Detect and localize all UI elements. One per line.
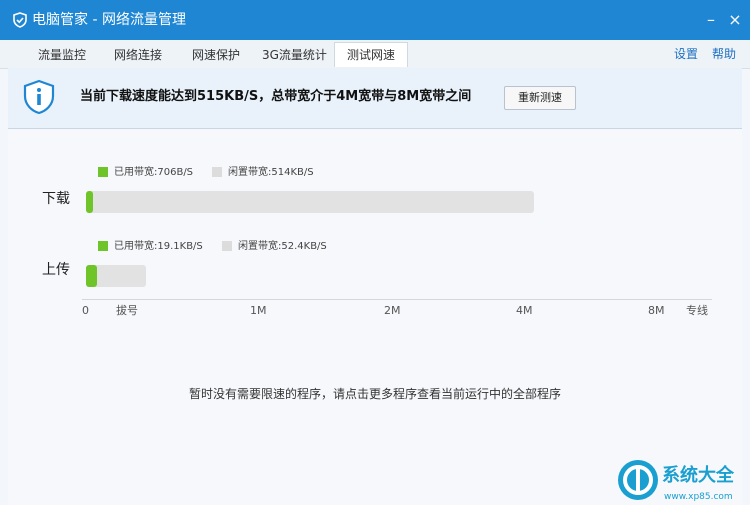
result-banner: 当前下载速度能达到515KB/S，总带宽介于4M宽带与8M宽带之间 重新测速 <box>8 68 742 129</box>
tick-4m: 4M <box>516 304 533 317</box>
no-limit-programs-message: 暂时没有需要限速的程序，请点击更多程序查看当前运行中的全部程序 <box>188 387 561 401</box>
upload-label: 上传 <box>42 262 70 278</box>
tick-1m: 1M <box>250 304 267 317</box>
settings-link[interactable]: 设置 <box>674 46 698 62</box>
retest-button[interactable]: 重新测速 <box>504 86 576 110</box>
upload-free-label: 闲置带宽:52.4KB/S <box>238 241 327 252</box>
download-used-label: 已用带宽:706B/S <box>114 167 194 178</box>
free-swatch <box>212 167 222 177</box>
download-free-bar <box>86 191 534 213</box>
tab-network-connections[interactable]: 网络连接 <box>114 45 162 65</box>
speed-result-message: 当前下载速度能达到515KB/S，总带宽介于4M宽带与8M宽带之间 <box>80 89 472 104</box>
upload-used-bar <box>86 265 97 287</box>
upload-free-legend: 闲置带宽:52.4KB/S <box>222 241 327 253</box>
download-used-bar <box>86 191 93 213</box>
site-watermark-logo: 系统大全 www.xp85.com <box>618 460 735 502</box>
title-bar: 电脑管家 - 网络流量管理 – × <box>0 0 750 40</box>
app-window: 电脑管家 - 网络流量管理 – × 流量监控 网络连接 网速保护 3G流量统计 … <box>0 0 750 505</box>
used-swatch <box>98 167 108 177</box>
help-link[interactable]: 帮助 <box>712 46 736 62</box>
watermark-text: 系统大全 <box>662 464 735 486</box>
close-button[interactable]: × <box>726 11 744 29</box>
window-title: 电脑管家 - 网络流量管理 <box>32 12 186 28</box>
info-shield-icon <box>23 79 55 115</box>
tick-dialup: 拔号 <box>116 304 138 317</box>
tab-bar: 流量监控 网络连接 网速保护 3G流量统计 测试网速 <box>0 40 750 69</box>
shield-icon <box>13 12 27 28</box>
tick-2m: 2M <box>384 304 401 317</box>
download-label: 下载 <box>42 191 70 207</box>
tick-dedicated: 专线 <box>686 304 708 317</box>
tick-8m: 8M <box>648 304 665 317</box>
download-used-legend: 已用带宽:706B/S <box>98 167 193 179</box>
tab-traffic-monitor[interactable]: 流量监控 <box>38 45 86 65</box>
download-free-label: 闲置带宽:514KB/S <box>228 167 314 178</box>
tab-3g-traffic[interactable]: 3G流量统计 <box>262 45 327 65</box>
speed-chart-area: 已用带宽:706B/S 闲置带宽:514KB/S 下载 已用带宽:19.1KB/… <box>8 129 742 505</box>
upload-free-bar <box>86 265 146 287</box>
upload-used-label: 已用带宽:19.1KB/S <box>114 241 203 252</box>
watermark-url: www.xp85.com <box>664 492 733 502</box>
upload-used-legend: 已用带宽:19.1KB/S <box>98 241 203 253</box>
tick-0: 0 <box>82 304 89 317</box>
tab-speed-protection[interactable]: 网速保护 <box>192 45 240 65</box>
minimize-button[interactable]: – <box>702 11 720 29</box>
tab-speed-test[interactable]: 测试网速 <box>334 42 409 67</box>
axis-line <box>82 299 712 300</box>
free-swatch <box>222 241 232 251</box>
used-swatch <box>98 241 108 251</box>
download-free-legend: 闲置带宽:514KB/S <box>212 167 314 179</box>
